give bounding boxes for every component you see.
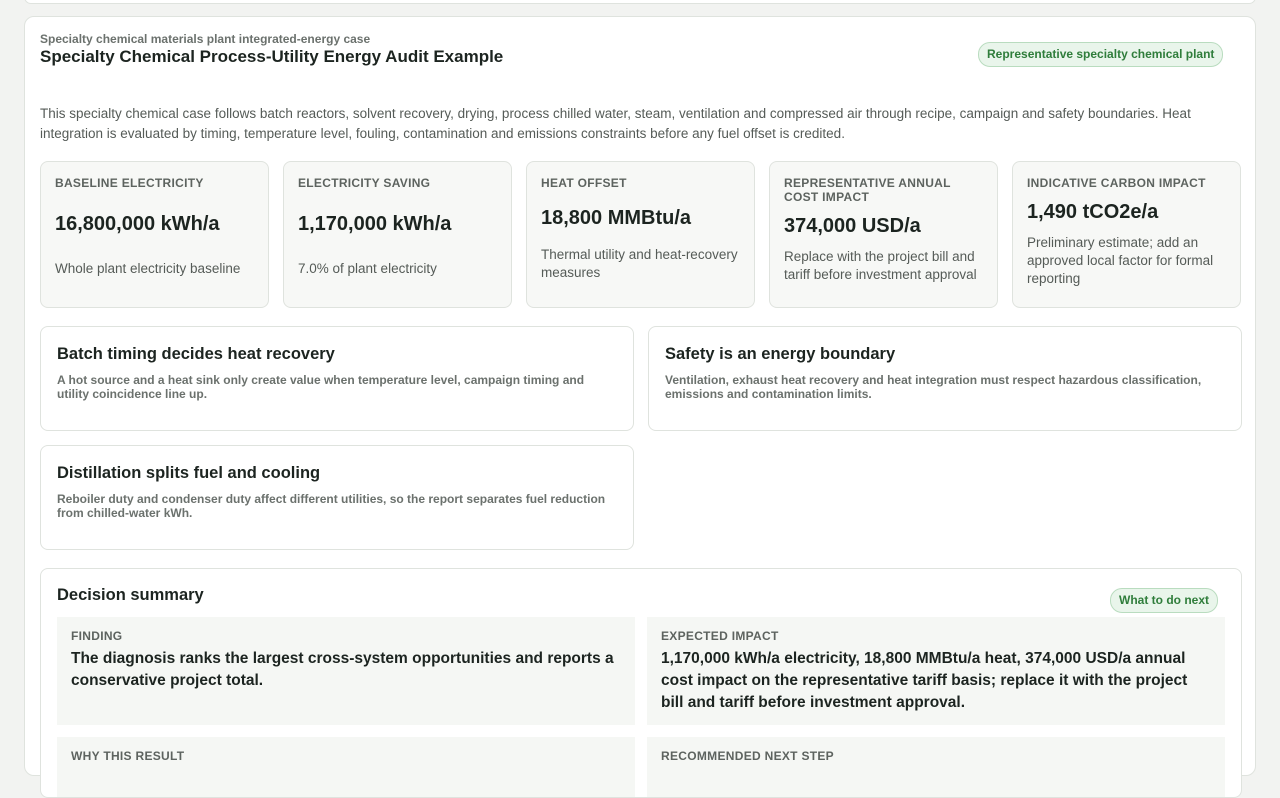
finding-text: The diagnosis ranks the largest cross-sy… <box>71 650 614 689</box>
impact-text: 1,170,000 kWh/a electricity, 18,800 MMBt… <box>661 650 1188 711</box>
page-title: Specialty Chemical Process-Utility Energ… <box>40 47 504 66</box>
insight-title: Batch timing decides heat recovery <box>57 345 335 363</box>
metric-value: 1,170,000 kWh/a <box>298 213 452 235</box>
insight-distillation: Distillation splits fuel and cooling Reb… <box>40 445 634 550</box>
finding-panel: FINDING The diagnosis ranks the largest … <box>57 617 635 725</box>
intro-paragraph: This specialty chemical case follows bat… <box>40 106 1191 141</box>
insight-batch-timing: Batch timing decides heat recovery A hot… <box>40 326 634 431</box>
representative-badge: Representative specialty chemical plant <box>978 42 1224 67</box>
metric-value: 1,490 tCO2e/a <box>1027 201 1159 223</box>
metric-description: Preliminary estimate; add an approved lo… <box>1027 235 1214 286</box>
metric-value: 374,000 USD/a <box>784 215 921 237</box>
insight-text: Reboiler duty and condenser duty affect … <box>57 492 606 520</box>
case-card: Specialty chemical materials plant integ… <box>24 16 1256 798</box>
next-step-badge: What to do next <box>1110 588 1218 613</box>
metric-description: Whole plant electricity baseline <box>55 261 241 276</box>
metric-label: BASELINE ELECTRICITY <box>55 176 204 190</box>
finding-label: FINDING <box>71 629 123 643</box>
next-step-panel: RECOMMENDED NEXT STEP <box>647 737 1225 797</box>
metric-value: 18,800 MMBtu/a <box>541 207 692 229</box>
metric-annual-cost-impact: REPRESENTATIVE ANNUAL COST IMPACT 374,00… <box>769 161 998 308</box>
metric-label: REPRESENTATIVE ANNUAL COST IMPACT <box>784 176 951 204</box>
next-step-label: RECOMMENDED NEXT STEP <box>661 749 834 763</box>
metric-label: INDICATIVE CARBON IMPACT <box>1027 176 1206 190</box>
metric-label: HEAT OFFSET <box>541 176 627 190</box>
insight-safety-boundary: Safety is an energy boundary Ventilation… <box>648 326 1242 431</box>
case-eyebrow: Specialty chemical materials plant integ… <box>40 32 371 46</box>
metric-description: Thermal utility and heat-recovery measur… <box>541 247 738 280</box>
why-panel: WHY THIS RESULT <box>57 737 635 797</box>
previous-card-edge <box>24 0 1256 4</box>
metric-electricity-saving: ELECTRICITY SAVING 1,170,000 kWh/a 7.0% … <box>283 161 512 308</box>
insight-title: Distillation splits fuel and cooling <box>57 464 321 482</box>
decision-summary: Decision summary What to do next FINDING… <box>40 568 1242 798</box>
metric-value: 16,800,000 kWh/a <box>55 213 220 235</box>
metric-carbon-impact: INDICATIVE CARBON IMPACT 1,490 tCO2e/a P… <box>1012 161 1241 308</box>
metric-label: ELECTRICITY SAVING <box>298 176 431 190</box>
insight-text: Ventilation, exhaust heat recovery and h… <box>665 373 1202 401</box>
insight-title: Safety is an energy boundary <box>665 345 896 363</box>
insight-text: A hot source and a heat sink only create… <box>57 373 585 401</box>
decision-title: Decision summary <box>57 586 204 604</box>
impact-label: EXPECTED IMPACT <box>661 629 779 643</box>
metric-description: 7.0% of plant electricity <box>298 261 437 276</box>
metric-description: Replace with the project bill and tariff… <box>784 249 977 282</box>
why-label: WHY THIS RESULT <box>71 749 185 763</box>
impact-panel: EXPECTED IMPACT 1,170,000 kWh/a electric… <box>647 617 1225 725</box>
metric-heat-offset: HEAT OFFSET 18,800 MMBtu/a Thermal utili… <box>526 161 755 308</box>
metric-baseline-electricity: BASELINE ELECTRICITY 16,800,000 kWh/a Wh… <box>40 161 269 308</box>
